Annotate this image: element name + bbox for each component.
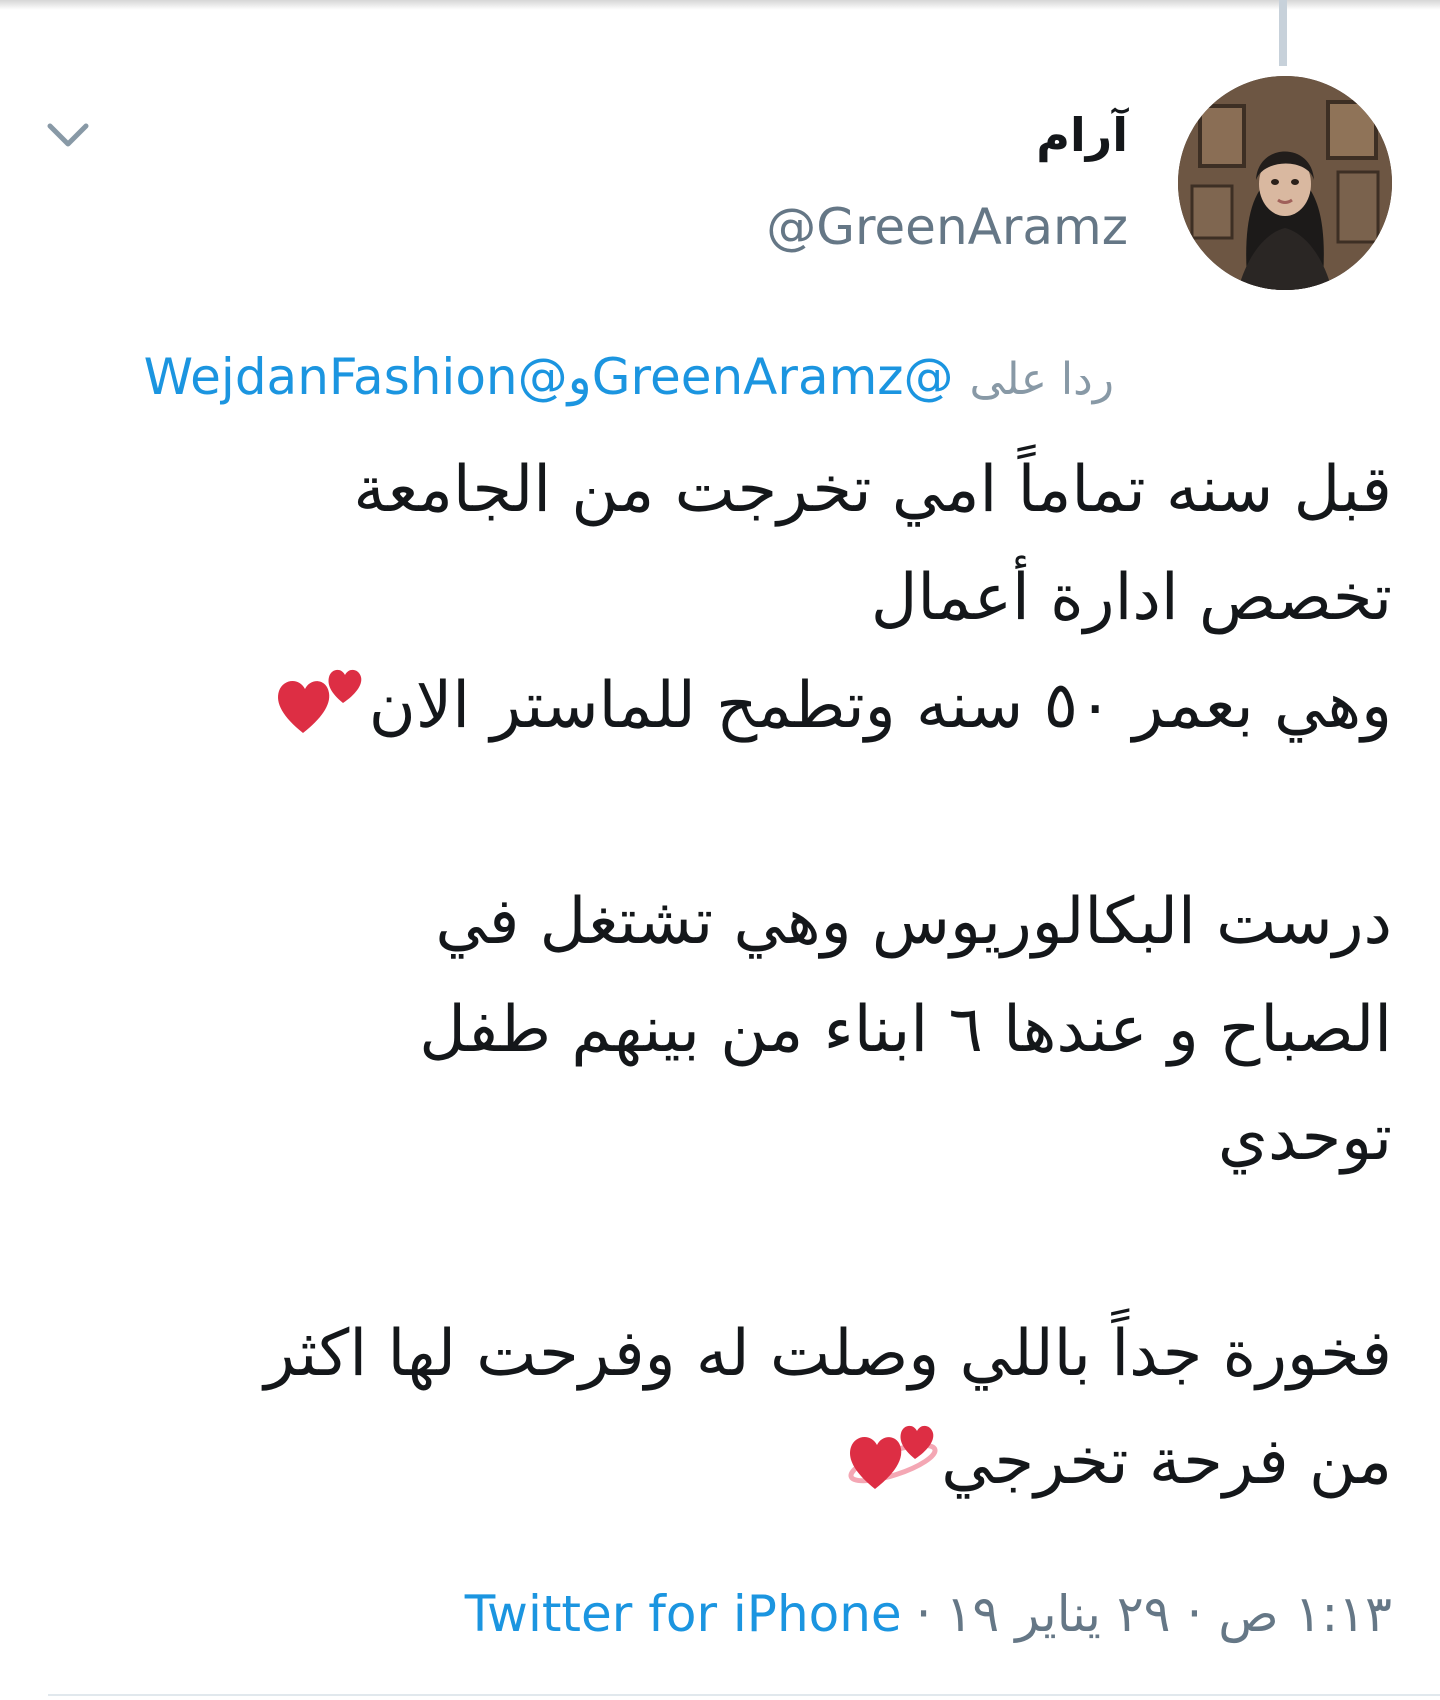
top-divider — [0, 0, 1440, 10]
display-name[interactable]: آرام — [1036, 108, 1128, 162]
tweet-line: قبل سنه تماماً امي تخرجت من الجامعة — [353, 453, 1392, 527]
tweet-line: درست البكالوريوس وهي تشتغل في — [435, 885, 1392, 959]
avatar[interactable] — [1178, 76, 1392, 290]
chevron-down-icon[interactable] — [44, 118, 92, 154]
tweet-text: قبل سنه تماماً امي تخرجت من الجامعة تخصص… — [52, 436, 1392, 1516]
tweet-line: توحدي — [1217, 1101, 1392, 1175]
mention-link-wejdanfashion[interactable]: @WejdanFashion — [144, 348, 568, 406]
meta-separator: · — [915, 1585, 932, 1643]
thread-connector-line — [1279, 0, 1287, 66]
tweet-line: الصباح و عندها ٦ ابناء من بينهم طفل — [419, 993, 1392, 1067]
tweet-line: وهي بعمر ٥٠ سنه وتطمح للماستر الان — [52, 652, 1392, 760]
tweet-line-text: وهي بعمر ٥٠ سنه وتطمح للماستر الان — [368, 669, 1392, 743]
mention-link-greenaramz[interactable]: @GreenAramz — [592, 348, 954, 406]
tweet-line-text: من فرحة تخرجي — [941, 1425, 1392, 1499]
source-link[interactable]: Twitter for iPhone — [465, 1585, 902, 1643]
tweet-metadata: ١:١٣ ص · ٢٩ يناير ١٩·Twitter for iPhone — [465, 1585, 1392, 1643]
timestamp[interactable]: ١:١٣ ص · ٢٩ يناير ١٩ — [946, 1585, 1392, 1643]
bottom-divider — [48, 1694, 1440, 1696]
two-hearts-icon — [273, 661, 369, 737]
reply-label: ردا على — [969, 354, 1114, 405]
reply-conjunction: و — [567, 348, 592, 406]
two-hearts-icon — [845, 1417, 941, 1493]
tweet-line: فخورة جداً باللي وصلت له وفرحت لها اكثر — [264, 1317, 1392, 1391]
reply-context: ردا على @GreenAramzو@WejdanFashion — [144, 348, 1114, 406]
tweet-line: من فرحة تخرجي — [52, 1408, 1392, 1516]
user-handle[interactable]: @GreenAramz — [766, 198, 1128, 256]
tweet-line: تخصص ادارة أعمال — [870, 561, 1392, 635]
